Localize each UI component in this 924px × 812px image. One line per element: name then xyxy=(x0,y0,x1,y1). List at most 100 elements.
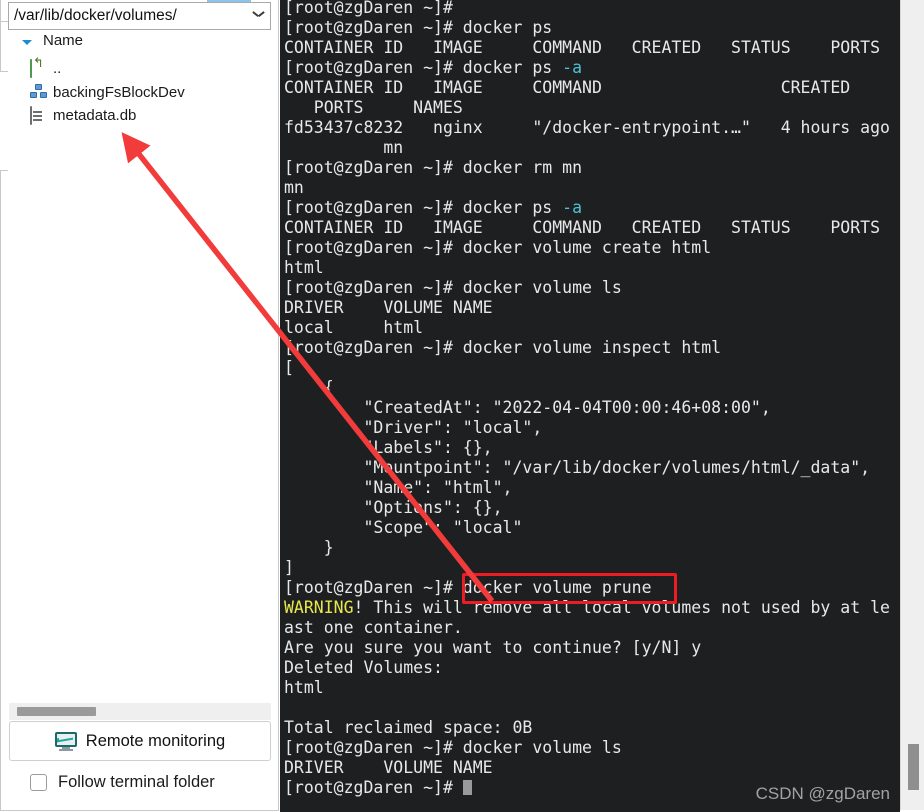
terminal-span: [root@zgDaren ~]# docker ps xyxy=(284,18,553,37)
terminal-line: { xyxy=(284,378,900,398)
terminal-span: mn xyxy=(284,138,404,157)
terminal-span: mn xyxy=(284,178,304,197)
terminal-line: Deleted Volumes: xyxy=(284,658,900,678)
file-list: Name .. backingFsBlockDev metadata.db xyxy=(8,31,271,703)
gutter-divider-1 xyxy=(0,0,1,22)
terminal-line: DRIVER VOLUME NAME xyxy=(284,298,900,318)
terminal-line: [root@zgDaren ~]# docker ps -a xyxy=(284,198,900,218)
terminal-span: CONTAINER ID IMAGE COMMAND CREATED xyxy=(284,78,851,97)
terminal-line: "Options": {}, xyxy=(284,498,900,518)
file-browser-panel: /var/lib/docker/volumes/ Name .. backing… xyxy=(0,0,279,812)
sort-descending-caret-icon[interactable] xyxy=(22,40,32,45)
vertical-scrollbar-thumb[interactable] xyxy=(908,744,919,790)
horizontal-scrollbar-thumb[interactable] xyxy=(17,707,96,716)
terminal-line: [ xyxy=(284,358,900,378)
terminal-line: CONTAINER ID IMAGE COMMAND CREATED xyxy=(284,78,900,98)
follow-terminal-folder-row[interactable]: Follow terminal folder xyxy=(30,770,215,794)
terminal-span: CONTAINER ID IMAGE COMMAND CREATED STATU… xyxy=(284,218,881,237)
terminal-line: ] xyxy=(284,558,900,578)
terminal-span: local html xyxy=(284,318,424,337)
terminal-span: PORTS NAMES xyxy=(284,98,463,117)
monitor-waveform-icon xyxy=(54,731,77,751)
terminal-line: [root@zgDaren ~]# docker volume inspect … xyxy=(284,338,900,358)
terminal-cursor xyxy=(462,780,472,795)
terminal-line: [root@zgDaren ~]# xyxy=(284,0,900,18)
terminal-span: html xyxy=(284,678,324,697)
terminal-line: "Labels": {}, xyxy=(284,438,900,458)
terminal-line: local html xyxy=(284,318,900,338)
block-device-icon xyxy=(30,84,48,100)
terminal-span: [root@zgDaren ~]# docker volume ls xyxy=(284,738,622,757)
terminal-span: DRIVER VOLUME NAME xyxy=(284,298,493,317)
terminal-line: [root@zgDaren ~]# docker volume prune xyxy=(284,578,900,598)
terminal-line: [root@zgDaren ~]# docker volume ls xyxy=(284,278,900,298)
terminal-span: ast one container. xyxy=(284,618,463,637)
terminal-span: [root@zgDaren ~]# xyxy=(284,778,463,797)
panel-left-border xyxy=(0,170,1,811)
terminal-span: "Driver": "local", xyxy=(284,418,543,437)
list-item[interactable]: metadata.db xyxy=(8,104,136,126)
path-combobox[interactable]: /var/lib/docker/volumes/ xyxy=(8,2,271,30)
vertical-scrollbar-track[interactable] xyxy=(900,0,924,810)
list-item[interactable]: .. xyxy=(8,57,61,79)
terminal-line: Are you sure you want to continue? [y/N]… xyxy=(284,638,900,658)
terminal-span: WARNING xyxy=(284,598,354,617)
terminal-line: html xyxy=(284,678,900,698)
terminal-span: fd53437c8232 nginx "/docker-entrypoint.…… xyxy=(284,118,890,137)
terminal-span: "Name": "html", xyxy=(284,478,513,497)
terminal-span: CONTAINER ID IMAGE COMMAND CREATED STATU… xyxy=(284,38,881,57)
panel-right-border xyxy=(278,0,279,811)
file-name: metadata.db xyxy=(53,106,137,124)
terminal-line: ast one container. xyxy=(284,618,900,638)
terminal-line: "Scope": "local" xyxy=(284,518,900,538)
terminal-span: [root@zgDaren ~]# docker volume prune xyxy=(284,578,652,597)
column-header-name: Name xyxy=(43,32,84,49)
terminal-span: { xyxy=(284,378,334,397)
terminal-span: [root@zgDaren ~]# docker volume inspect … xyxy=(284,338,722,357)
path-value: /var/lib/docker/volumes/ xyxy=(14,7,177,24)
terminal-line: } xyxy=(284,538,900,558)
terminal-span: "Options": {}, xyxy=(284,498,503,517)
terminal-line: mn xyxy=(284,178,900,198)
follow-terminal-folder-label: Follow terminal folder xyxy=(58,772,215,791)
terminal-line: CONTAINER ID IMAGE COMMAND CREATED STATU… xyxy=(284,38,900,58)
sftp-terminal-window: /var/lib/docker/volumes/ Name .. backing… xyxy=(0,0,924,812)
terminal-line: CONTAINER ID IMAGE COMMAND CREATED STATU… xyxy=(284,218,900,238)
remote-monitoring-label: Remote monitoring xyxy=(85,731,226,750)
terminal-line: [root@zgDaren ~]# docker ps -a xyxy=(284,58,900,78)
terminal-line: mn xyxy=(284,138,900,158)
terminal-span: "Scope": "local" xyxy=(284,518,523,537)
terminal-line: [root@zgDaren ~]# docker rm mn xyxy=(284,158,900,178)
terminal-span: [root@zgDaren ~]# docker volume ls xyxy=(284,278,622,297)
terminal-span: [root@zgDaren ~]# docker rm mn xyxy=(284,158,583,177)
terminal-output[interactable]: [root@zgDaren ~]# [root@zgDaren ~]# dock… xyxy=(280,0,900,812)
follow-terminal-folder-checkbox[interactable] xyxy=(30,773,47,791)
terminal-line: fd53437c8232 nginx "/docker-entrypoint.…… xyxy=(284,118,900,138)
terminal-span: -a xyxy=(562,58,583,77)
terminal-span: } xyxy=(284,538,334,557)
remote-monitoring-button[interactable]: Remote monitoring xyxy=(9,721,271,761)
list-item[interactable]: backingFsBlockDev xyxy=(8,81,185,103)
terminal-span: [ xyxy=(284,358,294,377)
terminal-line: DRIVER VOLUME NAME xyxy=(284,758,900,778)
terminal-span: "CreatedAt": "2022-04-04T00:00:46+08:00"… xyxy=(284,398,771,417)
terminal-line: "Mountpoint": "/var/lib/docker/volumes/h… xyxy=(284,458,900,478)
parent-folder-icon xyxy=(30,59,48,78)
terminal-span: "Mountpoint": "/var/lib/docker/volumes/h… xyxy=(284,458,871,477)
terminal-line: "CreatedAt": "2022-04-04T00:00:46+08:00"… xyxy=(284,398,900,418)
terminal-line: html xyxy=(284,258,900,278)
terminal-span: -a xyxy=(562,198,583,217)
terminal-text: [root@zgDaren ~]# [root@zgDaren ~]# dock… xyxy=(284,0,900,798)
path-combobox-row: /var/lib/docker/volumes/ xyxy=(8,2,271,30)
terminal-span: ! This will remove all local volumes not… xyxy=(353,598,890,617)
file-name: backingFsBlockDev xyxy=(53,83,185,101)
terminal-span: html xyxy=(284,258,324,277)
terminal-line: WARNING! This will remove all local volu… xyxy=(284,598,900,618)
terminal-span: [root@zgDaren ~]# docker ps xyxy=(284,58,563,77)
terminal-span: [root@zgDaren ~]# xyxy=(284,0,463,17)
terminal-span: "Labels": {}, xyxy=(284,438,493,457)
terminal-span: Total reclaimed space: 0B xyxy=(284,718,533,737)
terminal-span: DRIVER VOLUME NAME xyxy=(284,758,493,777)
terminal-span: Deleted Volumes: xyxy=(284,658,443,677)
terminal-span: [root@zgDaren ~]# docker ps xyxy=(284,198,563,217)
